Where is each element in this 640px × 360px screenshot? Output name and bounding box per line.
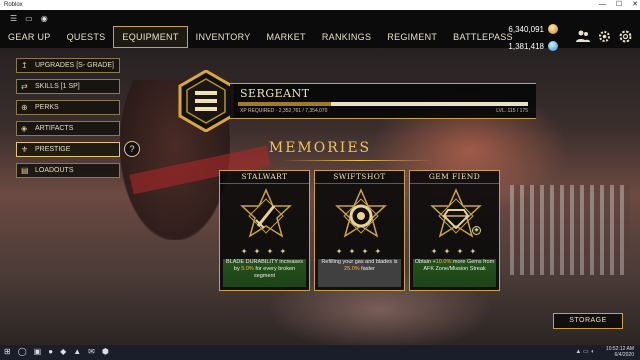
sidebar-item-upgrades[interactable]: ↥ UPGRADES [S- GRADE] — [16, 58, 120, 73]
search-icon[interactable]: ◯ — [18, 347, 27, 356]
star-rating: ✦ ✦ ✦ ✦ — [240, 247, 289, 256]
window-titlebar: Roblox — ☐ ✕ — [0, 0, 640, 10]
top-navigation-bar: ☰ ▭ ◉ GEAR UP QUESTS EQUIPMENT INVENTORY… — [0, 10, 640, 51]
perks-icon: ⊕ — [21, 103, 28, 112]
sidebar-item-skills[interactable]: ⇄ SKILLS [1 SP] — [16, 79, 120, 94]
star-rating: ✦ ✦ ✦ ✦ — [430, 247, 479, 256]
equipment-sidebar: ↥ UPGRADES [S- GRADE] ⇄ SKILLS [1 SP] ⊕ PER… — [16, 58, 120, 184]
settings-icon[interactable] — [598, 30, 611, 46]
store-icon[interactable]: ◆ — [60, 347, 66, 356]
tab-inventory[interactable]: INVENTORY — [188, 26, 259, 48]
star-rating: ✦ ✦ ✦ ✦ — [335, 247, 384, 256]
maximize-button[interactable]: ☐ — [616, 0, 622, 10]
roblox-icon[interactable]: ▲ — [73, 347, 81, 356]
gold-coin-icon — [548, 24, 558, 34]
memories-divider — [282, 160, 436, 161]
memory-card-stalwart[interactable]: STALWART ✦ ✦ ✦ ✦ BLADE DURABILITY increa… — [219, 170, 310, 291]
sidebar-item-loadouts[interactable]: ▤ LOADOUTS — [16, 163, 120, 178]
sidebar-item-label: ARTIFACTS — [35, 125, 74, 132]
backpack-icon[interactable]: ◉ — [41, 14, 48, 23]
taskbar-clock[interactable]: 10:52:12 AM 6/4/2020 — [606, 346, 634, 358]
minimize-button[interactable]: — — [599, 0, 606, 10]
card-title: SWIFTSHOT — [315, 171, 404, 184]
app-icon[interactable]: ⬢ — [102, 347, 109, 356]
sidebar-item-perks[interactable]: ⊕ PERKS — [16, 100, 120, 115]
close-button[interactable]: ✕ — [632, 0, 638, 10]
main-tabs: GEAR UP QUESTS EQUIPMENT INVENTORY MARKE… — [0, 26, 521, 48]
tab-gear-up[interactable]: GEAR UP — [0, 26, 59, 48]
skills-icon: ⇄ — [21, 82, 28, 91]
gems-amount: 1,381,418 — [508, 42, 544, 51]
memory-card-swiftshot[interactable]: SWIFTSHOT ✦ ✦ ✦ ✦ Refilling your gas and… — [314, 170, 405, 291]
upgrade-icon: ↥ — [21, 61, 28, 70]
sword-emblem-icon — [236, 186, 296, 246]
card-title: GEM FIEND — [410, 171, 499, 184]
sidebar-item-label: SKILLS [1 SP] — [35, 83, 80, 90]
window-controls: — ☐ ✕ — [599, 0, 638, 10]
chrome-icon[interactable]: ● — [48, 347, 53, 356]
chat-icon[interactable]: ▭ — [25, 14, 33, 23]
rank-badge-icon — [178, 69, 234, 133]
storage-button[interactable]: STORAGE — [553, 313, 623, 329]
gem-small-icon: ◆ — [472, 226, 481, 235]
mail-icon[interactable]: ✉ — [88, 347, 95, 356]
xp-required-text: XP REQUIRED - 2,352,761 / 7,354,070 — [240, 108, 328, 114]
rank-title: SERGEANT — [240, 87, 310, 100]
gas-canister-emblem-icon — [331, 186, 391, 246]
sidebar-item-label: PERKS — [35, 104, 59, 111]
start-icon[interactable]: ⊞ — [4, 347, 11, 356]
gem-icon — [548, 41, 558, 51]
gold-amount: 6,340,091 — [508, 25, 544, 34]
task-view-icon[interactable]: ▣ — [34, 347, 42, 356]
card-title: STALWART — [220, 171, 309, 184]
window-title: Roblox — [4, 2, 23, 8]
roblox-menu-icons: ☰ ▭ ◉ — [10, 14, 48, 23]
system-tray[interactable]: ▲ ▭ ◖ — [575, 348, 594, 355]
taskbar-apps: ⊞ ◯ ▣ ● ◆ ▲ ✉ ⬢ — [4, 347, 109, 356]
sidebar-item-label: LOADOUTS — [35, 167, 74, 174]
tab-regiment[interactable]: REGIMENT — [379, 26, 445, 48]
tab-rankings[interactable]: RANKINGS — [314, 26, 379, 48]
tab-equipment[interactable]: EQUIPMENT — [113, 26, 188, 48]
sidebar-item-artifacts[interactable]: ◈ ARTIFACTS — [16, 121, 120, 136]
clock-date: 6/4/2020 — [614, 352, 634, 358]
loadouts-icon: ▤ — [21, 166, 29, 175]
rank-panel: SERGEANT XP REQUIRED - 2,352,761 / 7,354… — [230, 83, 536, 119]
tab-market[interactable]: MARKET — [259, 26, 314, 48]
group-icon[interactable] — [576, 30, 590, 46]
sidebar-item-label: UPGRADES [S- GRADE] — [35, 62, 114, 69]
card-description: Refilling your gas and blades is 25.0% f… — [318, 259, 401, 287]
background-building — [510, 185, 630, 275]
tab-quests[interactable]: QUESTS — [59, 26, 114, 48]
gem-emblem-icon — [426, 186, 486, 246]
card-description: BLADE DURABILITY increases by 5.0% for e… — [223, 259, 306, 287]
windows-taskbar: ⊞ ◯ ▣ ● ◆ ▲ ✉ ⬢ ▲ ▭ ◖ 10:52:12 AM 6/4/20… — [0, 345, 640, 360]
level-text: LVL. 115 / 175 — [496, 108, 528, 114]
memories-heading: MEMORIES — [268, 140, 372, 156]
gear-icon[interactable] — [619, 30, 632, 46]
roblox-menu-icon[interactable]: ☰ — [10, 14, 17, 23]
topright-buttons — [576, 30, 632, 46]
xp-progress-bar — [238, 102, 528, 106]
artifacts-icon: ◈ — [21, 124, 28, 133]
xp-progress-fill — [238, 102, 331, 106]
memory-card-gem-fiend[interactable]: GEM FIEND ◆ ✦ ✦ ✦ ✦ Obtain +10.0% more G… — [409, 170, 500, 291]
card-description: Obtain +10.0% more Gems from AFK Zone/Mi… — [413, 259, 496, 287]
